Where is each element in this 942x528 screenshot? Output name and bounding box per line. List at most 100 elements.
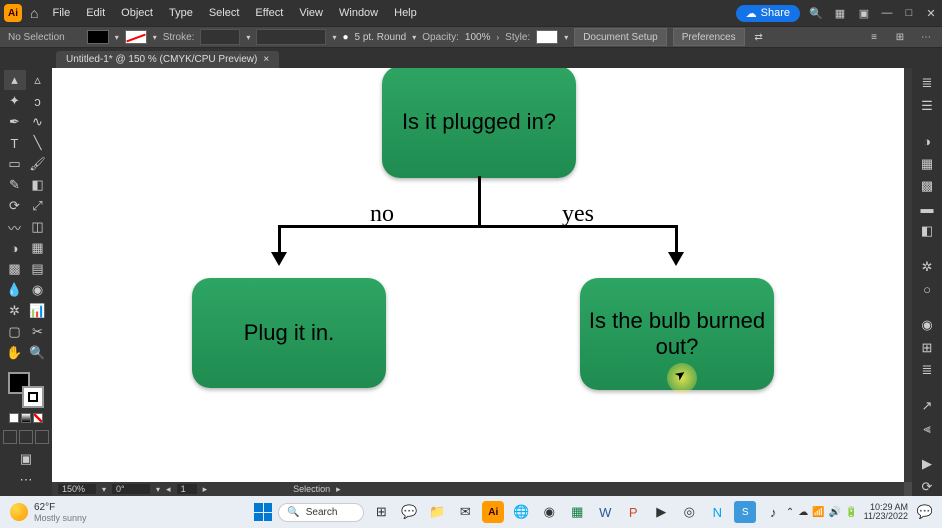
gradient-panel-icon[interactable]: ◧	[917, 222, 937, 240]
snagit-icon[interactable]: S	[734, 501, 756, 523]
appearance-panel-icon[interactable]: ◉	[917, 316, 937, 334]
hand-tool[interactable]: ✋	[4, 343, 26, 363]
fill-swatch[interactable]	[87, 30, 109, 44]
properties-panel-icon[interactable]: ≣	[917, 74, 937, 92]
illustrator-taskbar-icon[interactable]: Ai	[482, 501, 504, 523]
play-icon[interactable]: ▶	[917, 455, 937, 473]
menu-edit[interactable]: Edit	[78, 7, 113, 19]
tray-network-icon[interactable]: 📶	[812, 507, 824, 518]
fill-caret[interactable]: ▾	[115, 33, 119, 42]
pen-tool[interactable]: ✒	[4, 112, 26, 132]
shape-builder-tool[interactable]: ◑	[4, 238, 26, 258]
screen-mode-icon[interactable]: ▣	[15, 449, 37, 469]
preferences-button[interactable]: Preferences	[673, 28, 745, 46]
taskbar-search[interactable]: 🔍 Search	[278, 503, 364, 522]
search-icon[interactable]: 🔍	[808, 5, 824, 21]
blend-tool[interactable]: ◉	[27, 280, 49, 300]
none-fill-mode[interactable]	[33, 413, 43, 423]
arrange-docs-icon[interactable]: ▦	[832, 5, 848, 21]
brush-caret[interactable]: ▾	[332, 33, 336, 42]
curvature-tool[interactable]: ∿	[27, 112, 49, 132]
zoom-tool[interactable]: 🔍	[27, 343, 49, 363]
flow-node-question[interactable]: Is it plugged in?	[382, 68, 576, 178]
zoom-caret[interactable]: ▾	[102, 485, 106, 494]
artboard-next-icon[interactable]: ▸	[203, 484, 208, 495]
stroke-weight-field[interactable]	[200, 29, 240, 45]
onenote-icon[interactable]: N	[706, 501, 728, 523]
mail-icon[interactable]: ✉	[454, 501, 476, 523]
transparency-panel-icon[interactable]: ○	[917, 280, 937, 298]
color-fill-mode[interactable]	[9, 413, 19, 423]
flow-node-answer[interactable]: Plug it in.	[192, 278, 386, 388]
scrollbar-vertical[interactable]	[904, 68, 912, 482]
scale-tool[interactable]: ⤢	[27, 196, 49, 216]
selection-tool[interactable]: ▴	[4, 70, 26, 90]
chat-icon[interactable]: 💬	[398, 501, 420, 523]
tray-volume-icon[interactable]: 🔊	[829, 507, 841, 518]
align-panel-icon[interactable]: ⫷	[917, 419, 937, 437]
brushes-panel-icon[interactable]: ▩	[917, 177, 937, 195]
edit-toolbar-icon[interactable]: ⋯	[15, 470, 37, 490]
share-button[interactable]: ☁ Share	[736, 5, 800, 22]
word-icon[interactable]: W	[594, 501, 616, 523]
profile-field[interactable]: 5 pt. Round	[355, 32, 407, 43]
artboard-prev-icon[interactable]: ◂	[166, 484, 171, 495]
perspective-grid-tool[interactable]: ▦	[27, 238, 49, 258]
spotify-icon[interactable]: ♪	[762, 501, 784, 523]
align-icon[interactable]: ≡	[866, 29, 882, 45]
stroke-caret[interactable]: ▾	[153, 33, 157, 42]
rectangle-tool[interactable]: ▭	[4, 154, 26, 174]
draw-normal[interactable]	[3, 430, 17, 444]
width-tool[interactable]: 〰	[4, 217, 26, 237]
slice-tool[interactable]: ✂	[27, 322, 49, 342]
menu-help[interactable]: Help	[386, 7, 425, 19]
zoom-field[interactable]: 150%	[58, 484, 96, 494]
window-maximize[interactable]: □	[902, 6, 916, 20]
edge-label-no[interactable]: no	[370, 201, 394, 228]
explorer-icon[interactable]: 📁	[426, 501, 448, 523]
menu-view[interactable]: View	[291, 7, 331, 19]
style-swatch[interactable]	[536, 30, 558, 44]
stroke-panel-icon[interactable]: ▬	[917, 200, 937, 218]
rotate-tool[interactable]: ⟳	[4, 196, 26, 216]
libraries-panel-icon[interactable]: ☰	[917, 96, 937, 114]
tray-onedrive-icon[interactable]: ☁	[798, 507, 808, 518]
symbols-panel-icon[interactable]: ✲	[917, 258, 937, 276]
eyedropper-tool[interactable]: 💧	[4, 280, 26, 300]
direct-selection-tool[interactable]: ▵	[27, 70, 49, 90]
document-tab[interactable]: Untitled-1* @ 150 % (CMYK/CPU Preview) ×	[56, 51, 279, 68]
gradient-tool[interactable]: ▤	[27, 259, 49, 279]
draw-inside[interactable]	[35, 430, 49, 444]
menu-type[interactable]: Type	[161, 7, 201, 19]
menu-object[interactable]: Object	[113, 7, 161, 19]
edge-label-yes[interactable]: yes	[562, 201, 594, 228]
graphic-styles-panel-icon[interactable]: ⊞	[917, 339, 937, 357]
style-caret[interactable]: ▾	[564, 33, 568, 42]
home-icon[interactable]: ⌂	[30, 5, 38, 21]
start-button[interactable]	[254, 503, 272, 521]
prefs-flyout-icon[interactable]: ⇄	[751, 29, 767, 45]
line-segment-tool[interactable]: ╲	[27, 133, 49, 153]
symbol-sprayer-tool[interactable]: ✲	[4, 301, 26, 321]
excel-icon[interactable]: ▦	[566, 501, 588, 523]
opacity-value[interactable]: 100%	[465, 32, 491, 43]
column-graph-tool[interactable]: 📊	[27, 301, 49, 321]
window-minimize[interactable]: —	[880, 6, 894, 20]
eraser-tool[interactable]: ◧	[27, 175, 49, 195]
stroke-swatch[interactable]	[125, 30, 147, 44]
camtasia-icon[interactable]: ▶	[650, 501, 672, 523]
powerpoint-icon[interactable]: P	[622, 501, 644, 523]
more-options-icon[interactable]: ⋯	[918, 29, 934, 45]
gradient-fill-mode[interactable]	[21, 413, 31, 423]
stroke-weight-caret[interactable]: ▾	[246, 33, 250, 42]
close-tab-icon[interactable]: ×	[263, 54, 269, 65]
color-panel-icon[interactable]: ◑	[917, 132, 937, 150]
media-icon[interactable]: ◎	[678, 501, 700, 523]
shaper-tool[interactable]: ✎	[4, 175, 26, 195]
task-view-icon[interactable]: ⊞	[370, 501, 392, 523]
clock[interactable]: 10:29 AM 11/23/2022	[864, 503, 908, 521]
weather-widget[interactable]: 62°F Mostly sunny	[0, 502, 97, 523]
artboard-tool[interactable]: ▢	[4, 322, 26, 342]
document-setup-button[interactable]: Document Setup	[574, 28, 667, 46]
stroke-color[interactable]	[22, 386, 44, 408]
